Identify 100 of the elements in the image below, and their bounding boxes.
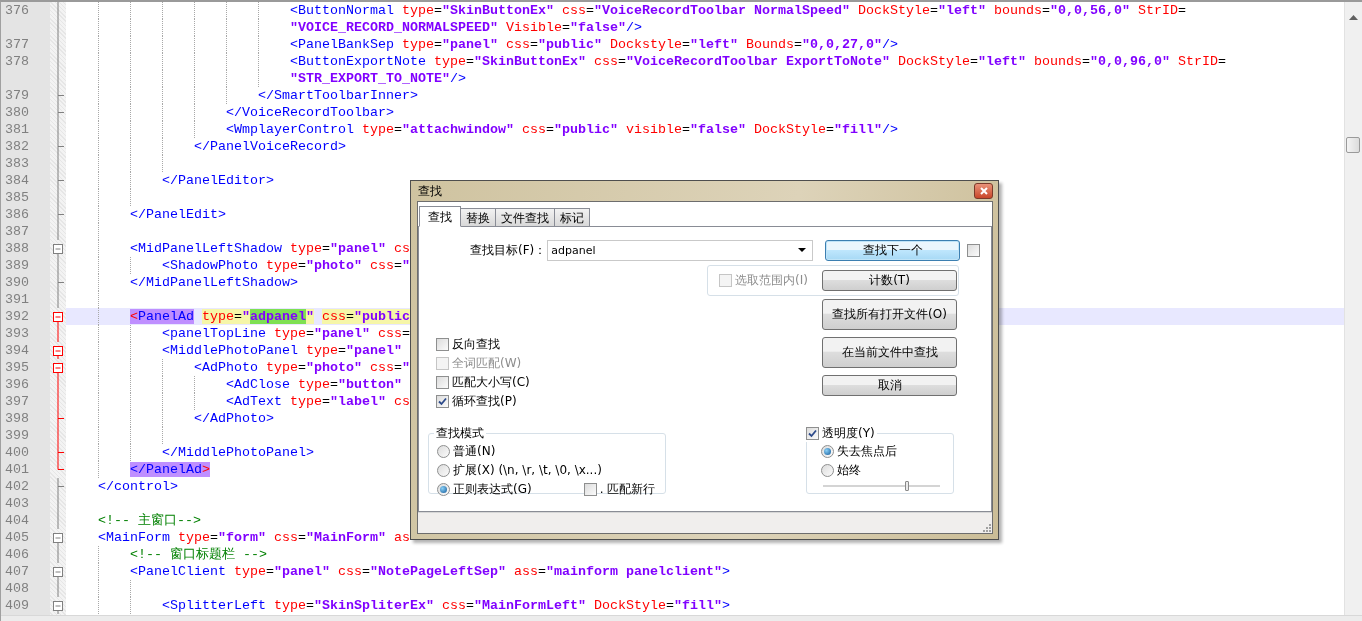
code-line: </MiddlePhotoPanel> (162, 444, 314, 461)
line-number: 397 (5, 394, 29, 409)
radio-label: 普通(N) (453, 443, 496, 460)
code-line: "VOICE_RECORD_NORMALSPEED" Visible="false"/> (290, 19, 642, 36)
code-line: </PanelEdit> (130, 206, 226, 223)
line-number: 398 (5, 411, 29, 426)
code-line: </PanelVoiceRecord> (194, 138, 346, 155)
line-number: 392 (5, 309, 29, 324)
checkbox[interactable] (967, 243, 981, 257)
radio-button[interactable] (437, 483, 450, 496)
find-next-button[interactable]: 查找下一个 (825, 239, 961, 261)
code-line: "STR_EXPORT_TO_NOTE"/> (290, 70, 466, 87)
line-number: 396 (5, 377, 29, 392)
collapse-icon[interactable] (53, 363, 63, 376)
line-number: 409 (5, 598, 29, 613)
dialog-title: 查找 (417, 182, 442, 200)
line-number: 376 (5, 3, 29, 18)
line-number: 383 (5, 156, 29, 171)
checkbox-label: 透明度(Y) (822, 425, 875, 442)
scroll-up-icon[interactable] (1349, 15, 1358, 20)
line-number: 379 (5, 88, 29, 103)
checkbox[interactable] (806, 427, 819, 440)
scrollbar[interactable] (1344, 2, 1362, 615)
checkbox[interactable] (436, 376, 449, 389)
radio-label: 始终 (837, 462, 861, 479)
line-number: 403 (5, 496, 29, 511)
line-number: 381 (5, 122, 29, 137)
checkbox-label: 选取范围内(I) (735, 272, 808, 289)
checkbox-label: 反向查找 (452, 336, 500, 353)
code-line: <AdPhoto type="photo" css=" (194, 359, 410, 376)
resize-grip-icon[interactable] (981, 522, 991, 532)
radio-button[interactable] (437, 464, 450, 477)
line-number: 384 (5, 173, 29, 188)
line-number: 386 (5, 207, 29, 222)
collapse-icon[interactable] (53, 346, 63, 359)
checkbox[interactable] (436, 395, 449, 408)
line-number: 408 (5, 581, 29, 596)
code-line: <ButtonNormal type="SkinButtonEx" css="VoiceRecordToolbar NormalSpeed" DockStyle="left" bounds="0,0,56,0" StrID= (290, 2, 1186, 19)
close-button[interactable] (974, 183, 993, 199)
find-label: 查找目标(F)： (470, 241, 547, 259)
line-number: 388 (5, 241, 29, 256)
caret-icon (798, 248, 807, 252)
line-number: 399 (5, 428, 29, 443)
line-number: 389 (5, 258, 29, 273)
line-number: 390 (5, 275, 29, 290)
code-line: <ShadowPhoto type="photo" css=" (162, 257, 410, 274)
code-line: <PanelAd type="adpanel" css="public (130, 308, 410, 325)
tab[interactable]: 查找 (419, 206, 461, 227)
radio-label: 失去焦点后 (837, 443, 897, 460)
line-number: 400 (5, 445, 29, 460)
slider-thumb[interactable] (905, 481, 910, 491)
line-number: 405 (5, 530, 29, 545)
radio-button[interactable] (437, 445, 450, 458)
code-line: </control> (98, 478, 178, 495)
scroll-thumb[interactable] (1346, 137, 1360, 153)
code-line: <WmplayerControl type="attachwindow" css="public" visible="false" DockStyle="fill"/> (226, 121, 898, 138)
checkbox[interactable] (583, 483, 597, 496)
line-number: 395 (5, 360, 29, 375)
tab[interactable]: 文件查找 (495, 208, 555, 226)
radio-label: 正则表达式(G) (453, 481, 532, 498)
collapse-icon[interactable] (53, 601, 63, 614)
count-button[interactable]: 计数(T) (822, 270, 957, 291)
checkbox[interactable] (436, 338, 449, 351)
line-number: 404 (5, 513, 29, 528)
code-line: <AdText type="label" cs (226, 393, 410, 410)
line-number: 401 (5, 462, 29, 477)
line-number: 393 (5, 326, 29, 341)
action-button[interactable]: 查找所有打开文件(O) (822, 299, 957, 330)
transparency-slider[interactable] (823, 481, 940, 491)
code-line: <!-- 主窗口--> (98, 512, 201, 529)
code-line: <MiddlePhotoPanel type="panel" (162, 342, 402, 359)
code-line: <ButtonExportNote type="SkinButtonEx" css="VoiceRecordToolbar ExportToNote" DockStyle="left" bounds="0,0,96,0" StrID= (290, 53, 1226, 70)
line-number: 378 (5, 54, 29, 69)
radio-button[interactable] (821, 464, 834, 477)
code-line: <!-- 窗口标题栏 --> (130, 546, 267, 563)
line-number: 406 (5, 547, 29, 562)
action-button[interactable]: 在当前文件中查找 (822, 337, 957, 368)
line-number: 394 (5, 343, 29, 358)
code-line: <PanelClient type="panel" css="NotePageLeftSep" ass="mainform panelclient"> (130, 563, 730, 580)
collapse-icon[interactable] (53, 567, 63, 580)
code-line: </AdPhoto> (194, 410, 274, 427)
find-combo-box[interactable]: adpanel (547, 239, 814, 261)
radio-button[interactable] (821, 445, 834, 458)
tab[interactable]: 替换 (460, 208, 496, 226)
line-number: 382 (5, 139, 29, 154)
collapse-icon[interactable] (53, 312, 63, 325)
code-line: </PanelAd> (130, 461, 210, 478)
code-line: <panelTopLine type="panel" css= (162, 325, 410, 342)
line-number: 380 (5, 105, 29, 120)
collapse-icon[interactable] (53, 533, 63, 546)
code-line: <AdClose type="button" (226, 376, 402, 393)
checkbox-label: 全词匹配(W) (452, 355, 522, 372)
tab[interactable]: 标记 (554, 208, 590, 226)
code-line: <MainForm type="form" css="MainForm" as (98, 529, 410, 546)
action-button[interactable]: 取消 (822, 375, 957, 396)
collapse-icon[interactable] (53, 244, 63, 257)
code-line: </PanelEditor> (162, 172, 274, 189)
code-line: </VoiceRecordToolbar> (226, 104, 394, 121)
code-line: <PanelBankSep type="panel" css="public" Dockstyle="left" Bounds="0,0,27,0"/> (290, 36, 898, 53)
code-line: <MidPanelLeftShadow type="panel" cs (130, 240, 410, 257)
